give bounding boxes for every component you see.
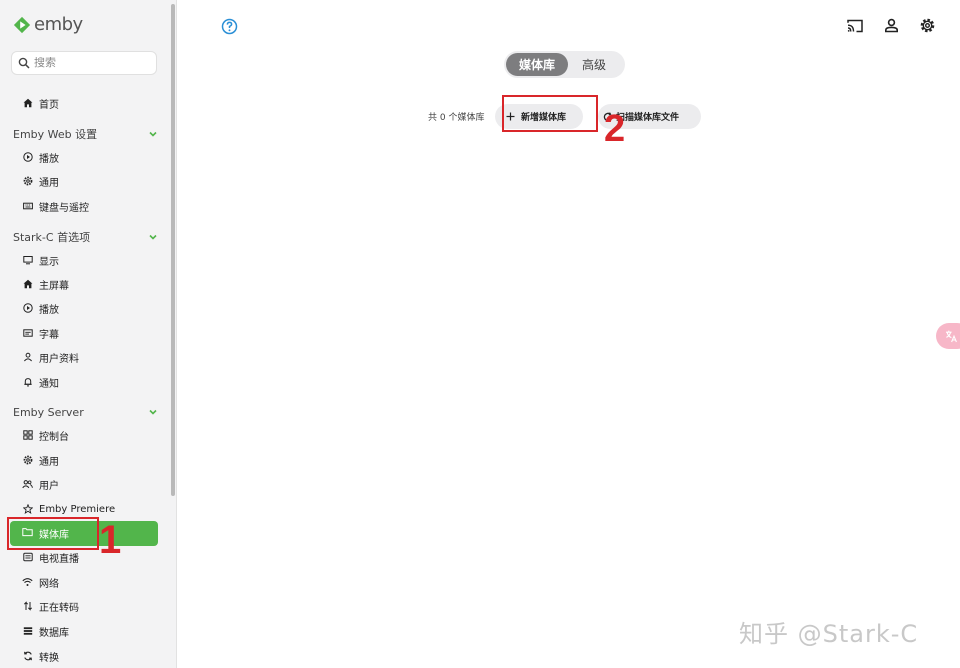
list-icon: [22, 626, 33, 637]
sidebar-item-label: 网络: [39, 578, 59, 590]
sidebar-item-profile[interactable]: 用户资料: [22, 347, 79, 367]
sidebar-item-database[interactable]: 数据库: [22, 621, 69, 641]
home-icon: [22, 279, 33, 290]
users-icon: [22, 479, 33, 490]
user-icon: [22, 352, 33, 363]
cast-icon: [847, 19, 863, 33]
help-button[interactable]: [221, 18, 238, 39]
gear-icon: [920, 18, 935, 33]
translate-float-button[interactable]: [936, 323, 960, 349]
annotation-marker-1: 1: [99, 518, 122, 562]
sidebar-item-display[interactable]: 显示: [22, 250, 59, 270]
emby-logo-icon: [13, 16, 31, 33]
tab-libraries[interactable]: 媒体库: [506, 53, 568, 76]
sidebar-item-transcoding[interactable]: 正在转码: [22, 596, 79, 616]
help-circle-icon: [221, 18, 238, 35]
settings-button[interactable]: [919, 17, 936, 34]
sidebar-item-label: 主屏幕: [39, 280, 69, 292]
sidebar-item-playback[interactable]: 播放: [22, 298, 59, 318]
search-box[interactable]: [11, 51, 157, 75]
sidebar-item-label: 数据库: [39, 627, 69, 639]
sidebar-item-notifications[interactable]: 通知: [22, 372, 59, 392]
sync-icon: [22, 651, 33, 662]
sidebar-item-label: 用户: [39, 480, 59, 492]
tv-guide-icon: [22, 552, 33, 563]
star-icon: [22, 504, 33, 515]
sidebar-item-label: 控制台: [39, 431, 69, 443]
monitor-icon: [22, 255, 33, 266]
chevron-down-icon: [149, 131, 157, 137]
annotation-marker-2: 2: [604, 108, 626, 150]
sidebar-item-home[interactable]: 首页: [22, 93, 59, 113]
sidebar-item-server-general[interactable]: 通用: [22, 450, 59, 470]
section-emby-web-settings[interactable]: Emby Web 设置: [13, 125, 158, 143]
bell-icon: [22, 377, 33, 388]
scan-library-label: 扫描媒体库文件: [616, 113, 680, 123]
sidebar-item-label: 播放: [39, 153, 59, 165]
sidebar-item-label: 首页: [39, 99, 59, 111]
subtitles-icon: [22, 328, 33, 339]
annotation-box-1: [7, 517, 99, 550]
wifi-icon: [22, 577, 33, 588]
tab-advanced[interactable]: 高级: [568, 53, 620, 76]
section-title: Emby Server: [13, 405, 84, 419]
sidebar-item-general[interactable]: 通用: [22, 171, 59, 191]
sidebar-item-dashboard[interactable]: 控制台: [22, 425, 69, 445]
watermark: 知乎 @Stark-C: [739, 620, 919, 648]
home-icon: [22, 98, 33, 109]
sidebar-item-subtitles[interactable]: 字幕: [22, 323, 59, 343]
sidebar-item-label: 通知: [39, 378, 59, 390]
sidebar-item-label: 电视直播: [39, 553, 79, 565]
chevron-down-icon: [149, 409, 157, 415]
gear-icon: [22, 455, 33, 466]
sidebar-scrollbar[interactable]: [171, 4, 175, 496]
logo-text: emby: [34, 14, 83, 35]
sidebar-item-emby-premiere[interactable]: Emby Premiere: [22, 499, 115, 519]
dashboard-icon: [22, 430, 33, 441]
play-circle-icon: [22, 152, 33, 163]
sidebar-item-conversion[interactable]: 转换: [22, 646, 59, 666]
user-icon: [885, 18, 898, 33]
user-button[interactable]: [883, 17, 900, 34]
sidebar: emby 首页 Emby Web 设置 播放 通用 键盘与遥控 Stark-C …: [0, 0, 177, 668]
search-icon: [18, 57, 30, 69]
sidebar-item-home-screen[interactable]: 主屏幕: [22, 274, 69, 294]
translate-icon: [946, 330, 957, 343]
cast-button[interactable]: [846, 17, 864, 35]
emby-logo[interactable]: emby: [13, 14, 83, 35]
sidebar-item-label: 播放: [39, 304, 59, 316]
annotation-box-2: [502, 95, 598, 132]
play-circle-icon: [22, 303, 33, 314]
sidebar-item-label: 用户资料: [39, 353, 79, 365]
sidebar-item-label: 正在转码: [39, 602, 79, 614]
section-emby-server[interactable]: Emby Server: [13, 403, 158, 421]
library-count: 共 0 个媒体库: [428, 113, 485, 123]
chevron-down-icon: [149, 234, 157, 240]
section-user-preferences[interactable]: Stark-C 首选项: [13, 228, 158, 246]
sidebar-item-label: 转换: [39, 652, 59, 664]
sidebar-item-playback[interactable]: 播放: [22, 147, 59, 167]
sidebar-item-network[interactable]: 网络: [22, 572, 59, 592]
section-title: Stark-C 首选项: [13, 231, 91, 244]
sidebar-item-label: 键盘与遥控: [39, 202, 89, 214]
transcode-icon: [22, 601, 33, 612]
keyboard-icon: [22, 201, 33, 212]
sidebar-item-label: 通用: [39, 456, 59, 468]
sidebar-item-live-tv[interactable]: 电视直播: [22, 547, 79, 567]
search-input[interactable]: [34, 57, 144, 69]
sidebar-item-label: 显示: [39, 256, 59, 268]
sidebar-item-label: 字幕: [39, 329, 59, 341]
sidebar-item-label: Emby Premiere: [39, 503, 116, 515]
library-tabs: 媒体库 高级: [504, 51, 625, 78]
sidebar-item-keyboard-remote[interactable]: 键盘与遥控: [22, 196, 89, 216]
sidebar-item-users[interactable]: 用户: [22, 474, 59, 494]
section-title: Emby Web 设置: [13, 128, 98, 141]
gear-icon: [22, 176, 33, 187]
sidebar-item-label: 通用: [39, 177, 59, 189]
